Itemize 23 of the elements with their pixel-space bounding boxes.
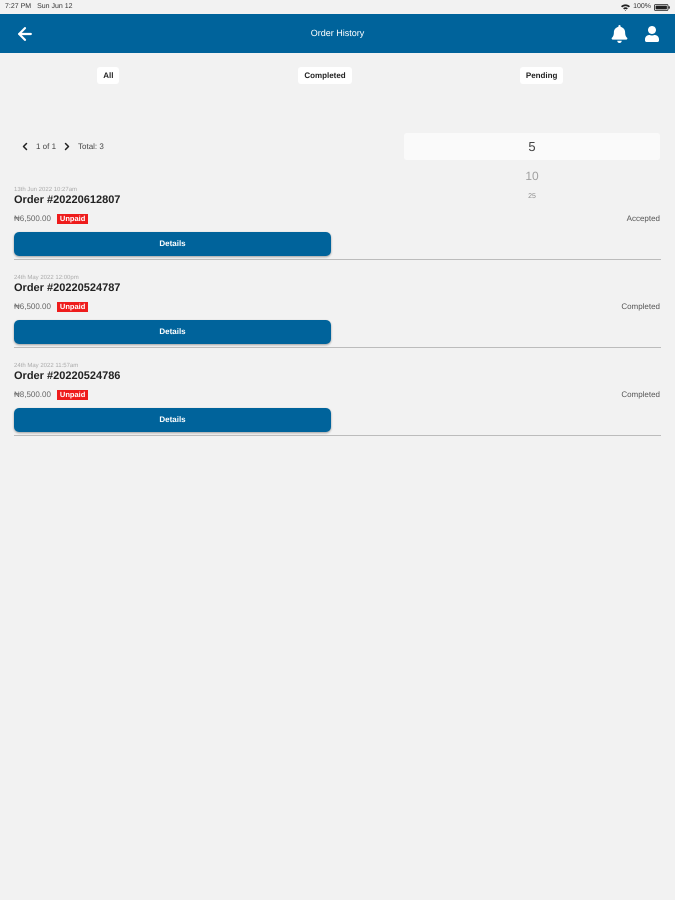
order-number: Order #20220524787 [14,282,120,295]
order-amount: ₦6,500.00 [14,213,51,225]
filter-tab[interactable]: Completed [298,67,352,84]
order-status: Completed [621,301,660,313]
battery-icon [654,4,670,10]
total-count: Total: 3 [78,140,104,152]
details-button[interactable]: Details [14,320,331,344]
filter-tab[interactable]: Pending [520,67,564,84]
order-status: Completed [621,389,660,401]
page-indicator: 1 of 1 [36,140,56,152]
wifi-icon [621,4,630,10]
order-amount: ₦6,500.00 [14,301,51,313]
details-button[interactable]: Details [14,232,331,256]
user-icon[interactable] [644,26,660,42]
page-title: Order History [310,26,364,40]
order-status: Accepted [626,213,660,225]
order-number: Order #20220524786 [14,370,120,383]
bell-icon[interactable] [611,24,628,42]
order-number: Order #20220612807 [14,194,120,207]
details-button[interactable]: Details [14,408,331,432]
order-amount: ₦8,500.00 [14,389,51,401]
filter-tab[interactable]: All [97,67,120,84]
page-size-option[interactable]: 5 [404,133,660,160]
